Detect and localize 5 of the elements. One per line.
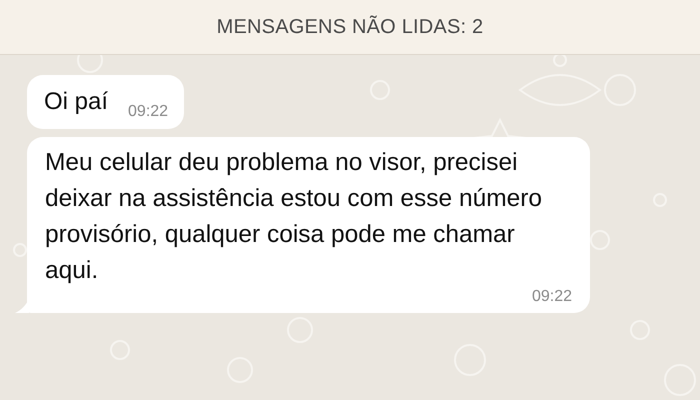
- message-time: 09:22: [532, 289, 572, 305]
- message-time: 09:22: [128, 103, 168, 121]
- unread-banner: MENSAGENS NÃO LIDAS: 2: [0, 0, 700, 55]
- message-text: Meu celular deu problema no visor, precisei deixar na assistência estou com esse número provisório, qualquer coisa pode me chamar aqui.: [45, 148, 544, 286]
- message-text: Oi paí: [44, 87, 108, 117]
